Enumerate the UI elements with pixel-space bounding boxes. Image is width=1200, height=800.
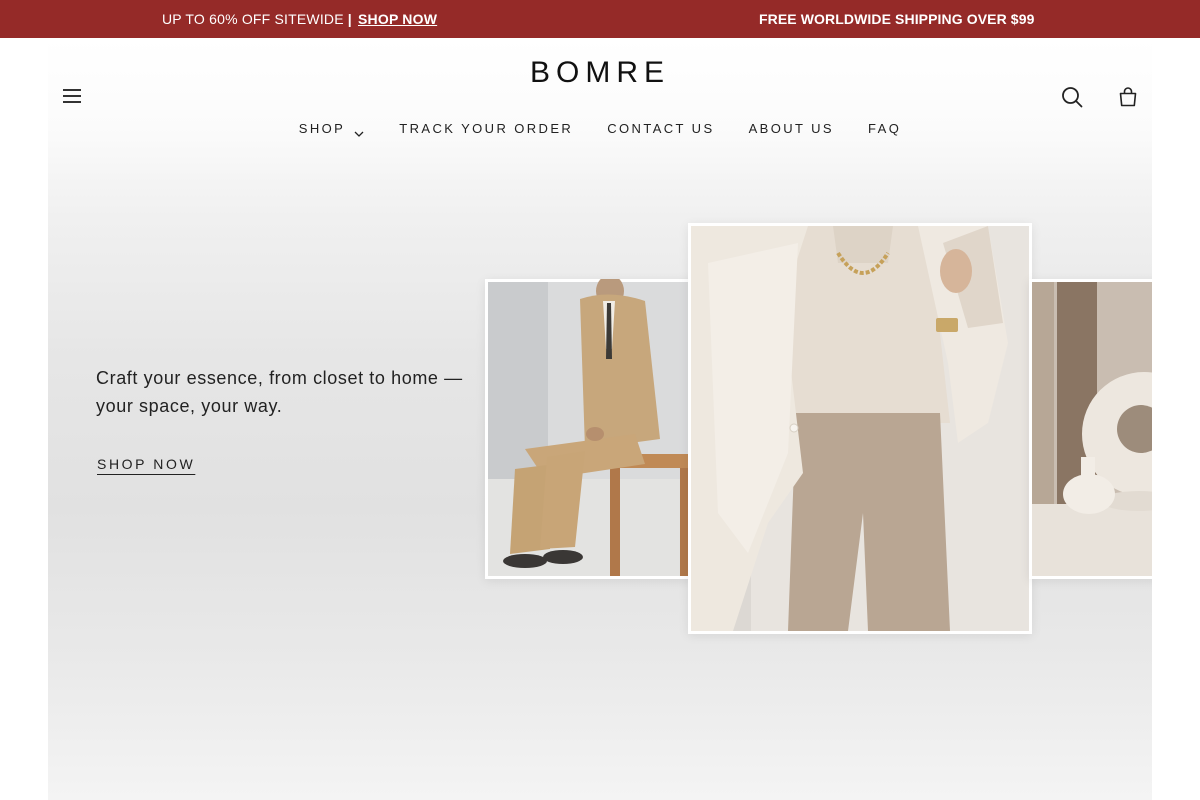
nav-item-shop[interactable]: SHOP — [298, 121, 365, 137]
nav-item-shop-label: SHOP — [298, 121, 346, 137]
menu-icon[interactable] — [60, 86, 84, 106]
hero-image-woman-coat — [688, 223, 1032, 634]
nav-item-about-us[interactable]: ABOUT US — [749, 121, 834, 136]
promo-message: UP TO 60% OFF SITEWIDE | SHOP NOW — [162, 11, 437, 27]
promo-separator: | — [347, 11, 352, 27]
announcement-bar: UP TO 60% OFF SITEWIDE | SHOP NOW FREE WO… — [0, 0, 1200, 38]
hero-shop-now-button[interactable]: SHOP NOW — [97, 456, 195, 472]
promo-text: UP TO 60% OFF SITEWIDE — [162, 11, 344, 27]
page-frame: BOMRE SHOP TRACK YOUR ORDER CONTACT US A… — [48, 38, 1152, 800]
nav-item-contact-us[interactable]: CONTACT US — [607, 121, 714, 136]
nav-item-track-order[interactable]: TRACK YOUR ORDER — [399, 121, 573, 136]
hero-tagline: Craft your essence, from closet to home … — [96, 368, 463, 416]
hero-image-man-suit — [485, 279, 705, 579]
shipping-message: FREE WORLDWIDE SHIPPING OVER $99 — [759, 11, 1035, 27]
search-icon[interactable] — [1060, 85, 1084, 109]
site-header: BOMRE SHOP TRACK YOUR ORDER CONTACT US A… — [48, 38, 1152, 150]
promo-shop-now-link[interactable]: SHOP NOW — [358, 11, 437, 27]
nav-item-faq[interactable]: FAQ — [868, 121, 901, 136]
cart-icon[interactable] — [1116, 85, 1140, 109]
main-nav: SHOP TRACK YOUR ORDER CONTACT US ABOUT U… — [48, 120, 1152, 137]
site-logo[interactable]: BOMRE — [520, 56, 680, 90]
hero-image-vase-decor — [1029, 279, 1152, 579]
chevron-down-icon — [353, 126, 365, 137]
